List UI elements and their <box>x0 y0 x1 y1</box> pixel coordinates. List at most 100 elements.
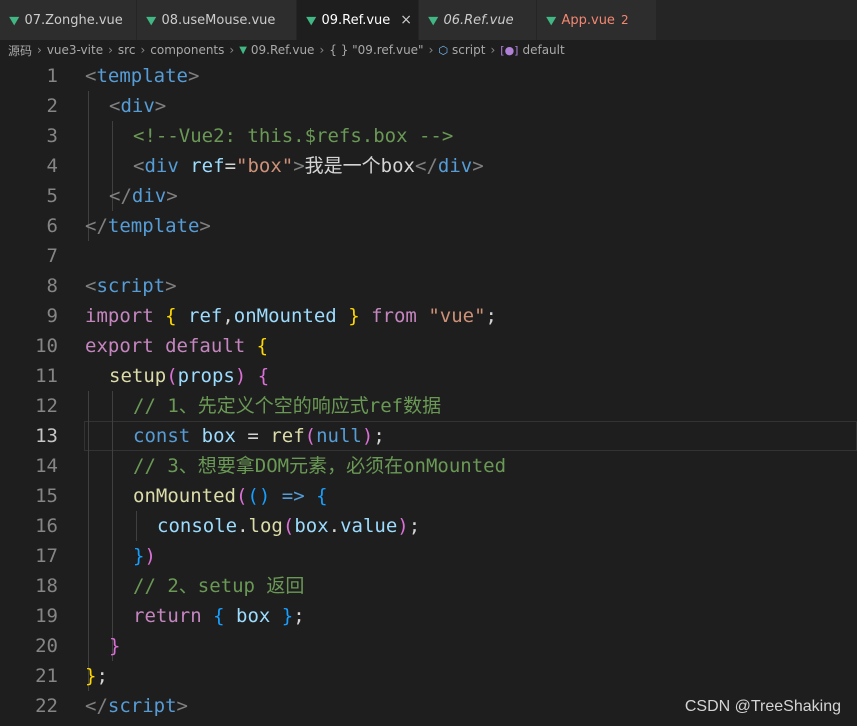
code-line[interactable]: 17}) <box>0 541 857 571</box>
code-line[interactable]: 15 onMounted(() => { <box>0 481 857 511</box>
code-text: }; <box>85 661 108 691</box>
code-line[interactable]: 19 return { box }; <box>0 601 857 631</box>
code-line[interactable]: 7 <box>0 241 857 271</box>
breadcrumb-item-script[interactable]: script <box>452 43 485 57</box>
line-number: 18 <box>35 575 58 597</box>
tab-07-zonghe[interactable]: ▼ 07.Zonghe.vue <box>0 0 137 40</box>
breadcrumb-item-module[interactable]: { } "09.ref.vue" <box>329 43 423 57</box>
tab-label: 08.useMouse.vue <box>161 12 276 28</box>
watermark: CSDN @TreeShaking <box>684 698 841 715</box>
tab-09-ref[interactable]: ▼ 09.Ref.vue × <box>297 0 419 40</box>
code-line[interactable]: 3 <!--Vue2: this.$refs.box --> <box>0 121 857 151</box>
vue-file-icon: ▼ <box>306 13 317 27</box>
code-token: > <box>472 155 484 177</box>
code-token: div <box>144 155 179 177</box>
code-token: ; <box>96 665 108 687</box>
code-token: > <box>166 185 178 207</box>
code-token: ref <box>190 155 225 177</box>
code-text: <div> <box>109 91 166 121</box>
vue-file-icon: ▼ <box>546 13 557 27</box>
code-line[interactable]: 5 </div> <box>0 181 857 211</box>
code-text: <template> <box>85 61 199 91</box>
code-line[interactable]: 21}; <box>0 661 857 691</box>
line-number: 21 <box>35 665 58 687</box>
breadcrumb-item-root[interactable]: 源码 <box>8 42 32 59</box>
vue-file-icon: ▼ <box>9 13 20 27</box>
code-text: console.log(box.value); <box>157 511 420 541</box>
code-token: } <box>133 545 145 567</box>
code-line[interactable]: 8 <script> <box>0 271 857 301</box>
line-number: 14 <box>35 455 58 477</box>
line-number: 1 <box>46 65 58 87</box>
code-text: // 3、想要拿DOM元素，必须在onMounted <box>133 451 506 481</box>
tab-app[interactable]: ▼ App.vue 2 <box>537 0 657 40</box>
breadcrumb-item-components[interactable]: components <box>150 43 224 57</box>
code-text: <script> <box>85 271 177 301</box>
line-number: 22 <box>35 695 58 717</box>
code-token: { <box>257 365 270 387</box>
chevron-right-icon: › <box>37 43 42 57</box>
code-token: } <box>85 665 97 687</box>
code-token: . <box>328 515 341 537</box>
code-editor[interactable]: 1 <template> 2 <div> 3 <!--Vue2: this.$refs.b… <box>0 61 857 726</box>
code-token: => <box>281 485 305 507</box>
chevron-right-icon: › <box>140 43 146 57</box>
code-token: } <box>348 305 360 327</box>
code-line[interactable]: 12 // 1、先定义个空的响应式ref数据 <box>0 391 857 421</box>
code-token: onMounted <box>133 485 236 507</box>
code-line[interactable]: 18 // 2、setup 返回 <box>0 571 857 601</box>
vue-file-icon: ▼ <box>428 13 439 27</box>
code-line[interactable]: 4 <div ref="box">我是一个box</div> <box>0 151 857 181</box>
code-token: = <box>235 425 271 447</box>
code-line[interactable]: 16 console.log(box.value); <box>0 511 857 541</box>
vue-file-icon: ▼ <box>239 44 247 56</box>
line-number: 9 <box>46 305 58 327</box>
code-token: box <box>236 605 271 627</box>
line-number: 5 <box>46 185 58 207</box>
line-number: 15 <box>35 485 58 507</box>
code-line[interactable]: 13 const box = ref(null); <box>0 421 857 451</box>
code-line[interactable]: 20} <box>0 631 857 661</box>
breadcrumb-item-project[interactable]: vue3-vite <box>47 43 103 57</box>
tab-08-usemouse[interactable]: ▼ 08.useMouse.vue <box>137 0 297 40</box>
breadcrumb-item-file[interactable]: 09.Ref.vue <box>251 43 315 57</box>
breadcrumb-item-default[interactable]: default <box>522 43 564 57</box>
code-token: < <box>85 275 97 297</box>
code-line[interactable]: 11 setup(props) { <box>0 361 857 391</box>
code-text: import { ref,onMounted } from "vue"; <box>85 301 497 331</box>
code-token: { <box>165 305 177 327</box>
code-token: script <box>96 275 166 297</box>
breadcrumb-item-src[interactable]: src <box>118 43 136 57</box>
code-token: ) <box>234 365 247 387</box>
code-line[interactable]: 1 <template> <box>0 61 857 91</box>
close-icon[interactable]: × <box>400 12 412 28</box>
code-token: 我是一个box <box>304 155 415 177</box>
tab-06-ref[interactable]: ▼ 06.Ref.vue <box>419 0 537 40</box>
code-line[interactable]: 9 import { ref,onMounted } from "vue"; <box>0 301 857 331</box>
chevron-right-icon: › <box>319 43 325 57</box>
code-token: } <box>281 605 294 627</box>
code-line[interactable]: 14 // 3、想要拿DOM元素，必须在onMounted <box>0 451 857 481</box>
code-token: console <box>157 515 238 537</box>
code-text: // 2、setup 返回 <box>133 571 304 601</box>
code-text: onMounted(() => { <box>133 481 328 511</box>
code-token: "vue" <box>428 305 486 327</box>
code-token: ) <box>397 515 409 537</box>
code-line[interactable]: 2 <div> <box>0 91 857 121</box>
code-line[interactable]: 10 export default { <box>0 331 857 361</box>
line-number: 10 <box>35 335 58 357</box>
code-token: props <box>177 365 235 387</box>
code-line[interactable]: 6 </template> <box>0 211 857 241</box>
cube-icon: ⬡ <box>438 43 449 57</box>
